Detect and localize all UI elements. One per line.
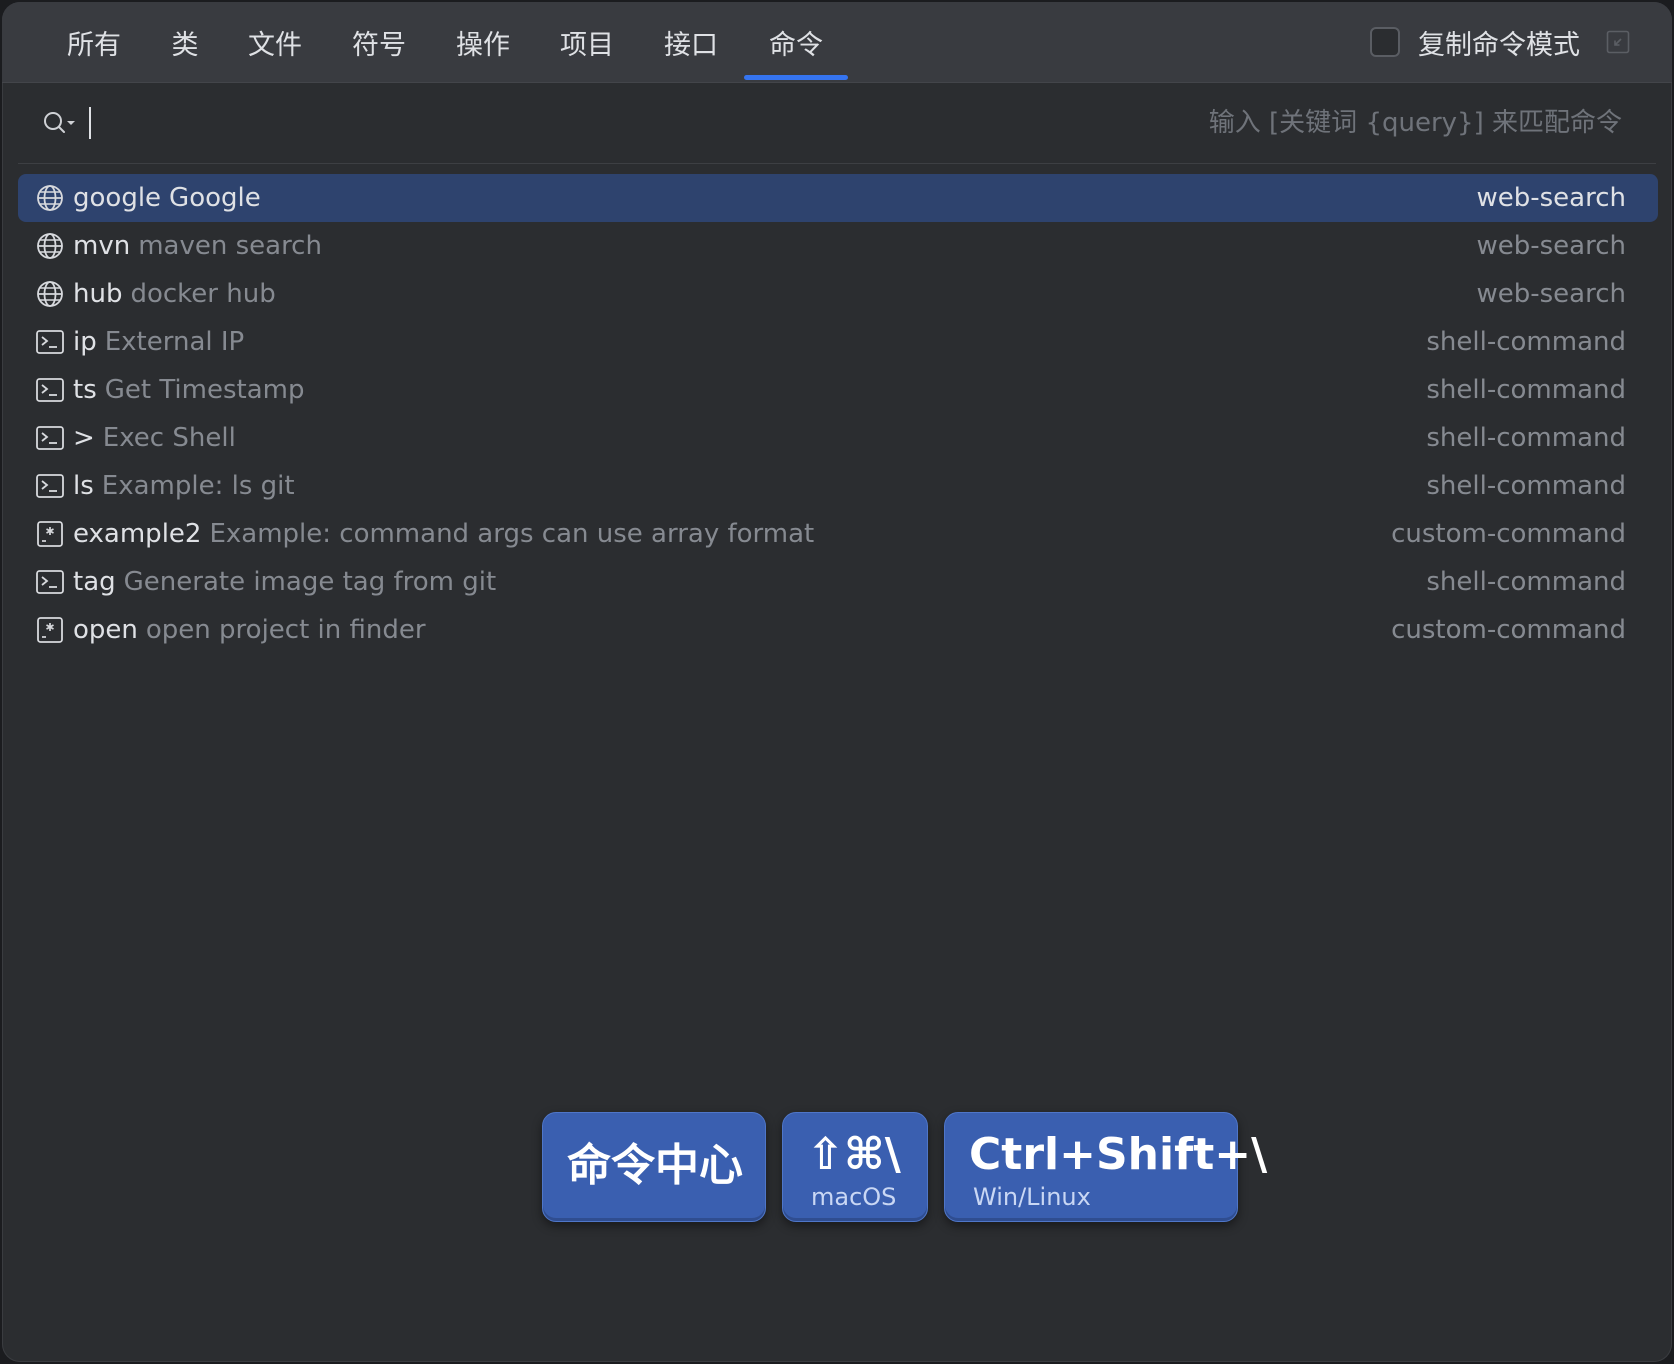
command-keyword: example2	[73, 519, 202, 549]
command-keyword: mvn	[73, 231, 131, 261]
tab-projects[interactable]: 项目	[547, 2, 627, 82]
list-item[interactable]: example2 Example: command args can use a…	[18, 510, 1658, 558]
globe-icon	[37, 185, 63, 211]
tab-symbols[interactable]: 符号	[339, 2, 419, 82]
terminal-icon	[36, 426, 64, 450]
tab-commands[interactable]: 命令	[744, 2, 848, 82]
command-type: web-search	[1476, 279, 1626, 309]
command-type: web-search	[1476, 231, 1626, 261]
search-input[interactable]	[102, 101, 1622, 145]
command-center-key: 命令中心	[542, 1112, 766, 1222]
list-item[interactable]: mvn maven search web-search	[18, 222, 1658, 270]
command-type: web-search	[1476, 183, 1626, 213]
list-item[interactable]: hub docker hub web-search	[18, 270, 1658, 318]
divider	[18, 163, 1656, 164]
collapse-icon[interactable]	[1606, 30, 1630, 54]
command-keyword: >	[73, 423, 95, 453]
tab-files[interactable]: 文件	[235, 2, 315, 82]
custom-command-icon	[37, 617, 63, 643]
win-linux-shortcut-key: Ctrl+Shift+\ Win/Linux	[944, 1112, 1267, 1222]
command-keyword: ts	[73, 375, 97, 405]
tab-bar: 所有 类 文件 符号 操作 项目 接口 命令 复制命令模式	[2, 2, 1672, 83]
command-type: custom-command	[1391, 615, 1626, 645]
tab-endpoints[interactable]: 接口	[651, 2, 731, 82]
command-center-title: 命令中心	[567, 1140, 743, 1191]
tab-classes[interactable]: 类	[152, 2, 218, 82]
command-description: open project in finder	[145, 615, 426, 645]
command-type: shell-command	[1426, 471, 1626, 501]
command-keyword: ip	[73, 327, 97, 357]
command-type: shell-command	[1426, 327, 1626, 357]
command-description: docker hub	[130, 279, 276, 309]
macos-shortcut-keys: ⇧⌘\	[807, 1129, 901, 1180]
results-list: google Google web-search mvn maven searc…	[18, 174, 1658, 654]
list-item[interactable]: open open project in finder custom-comma…	[18, 606, 1658, 654]
command-keyword: google	[73, 183, 162, 213]
command-description: Exec Shell	[102, 423, 236, 453]
copy-command-mode-label: 复制命令模式	[1418, 29, 1580, 61]
list-item[interactable]: ip External IP shell-command	[18, 318, 1658, 366]
list-item[interactable]: google Google web-search	[18, 174, 1658, 222]
win-linux-shortcut-keys: Ctrl+Shift+\	[969, 1129, 1268, 1180]
command-description: maven search	[138, 231, 322, 261]
command-keyword: ls	[73, 471, 94, 501]
list-item[interactable]: ts Get Timestamp shell-command	[18, 366, 1658, 414]
command-description: Generate image tag from git	[123, 567, 497, 597]
globe-icon	[37, 233, 63, 259]
command-type: shell-command	[1426, 375, 1626, 405]
command-description: Example: command args can use array form…	[209, 519, 815, 549]
list-item[interactable]: tag Generate image tag from git shell-co…	[18, 558, 1658, 606]
command-type: custom-command	[1391, 519, 1626, 549]
command-description: Example: ls git	[101, 471, 295, 501]
terminal-icon	[36, 474, 64, 498]
command-description: Google	[169, 183, 261, 213]
search-everywhere-popup: 所有 类 文件 符号 操作 项目 接口 命令 复制命令模式 输入 [关键词 {q…	[2, 2, 1672, 1362]
list-item[interactable]: > Exec Shell shell-command	[18, 414, 1658, 462]
command-type: shell-command	[1426, 423, 1626, 453]
search-bar	[2, 83, 1672, 163]
tab-actions[interactable]: 操作	[443, 2, 523, 82]
command-keyword: hub	[73, 279, 123, 309]
terminal-icon	[36, 330, 64, 354]
tab-all[interactable]: 所有	[54, 2, 134, 82]
macos-label: macOS	[811, 1183, 897, 1211]
search-dropdown-icon[interactable]	[42, 110, 78, 136]
list-item[interactable]: ls Example: ls git shell-command	[18, 462, 1658, 510]
copy-command-mode-checkbox[interactable]	[1370, 27, 1400, 57]
copy-command-mode-toggle[interactable]: 复制命令模式	[1370, 2, 1580, 82]
globe-icon	[37, 281, 63, 307]
terminal-icon	[36, 378, 64, 402]
macos-shortcut-key: ⇧⌘\ macOS	[782, 1112, 928, 1222]
command-type: shell-command	[1426, 567, 1626, 597]
text-caret	[89, 107, 91, 139]
terminal-icon	[36, 570, 64, 594]
command-description: Get Timestamp	[104, 375, 305, 405]
command-description: External IP	[104, 327, 245, 357]
custom-command-icon	[37, 521, 63, 547]
command-keyword: open	[73, 615, 138, 645]
command-keyword: tag	[73, 567, 116, 597]
win-linux-label: Win/Linux	[973, 1183, 1091, 1211]
